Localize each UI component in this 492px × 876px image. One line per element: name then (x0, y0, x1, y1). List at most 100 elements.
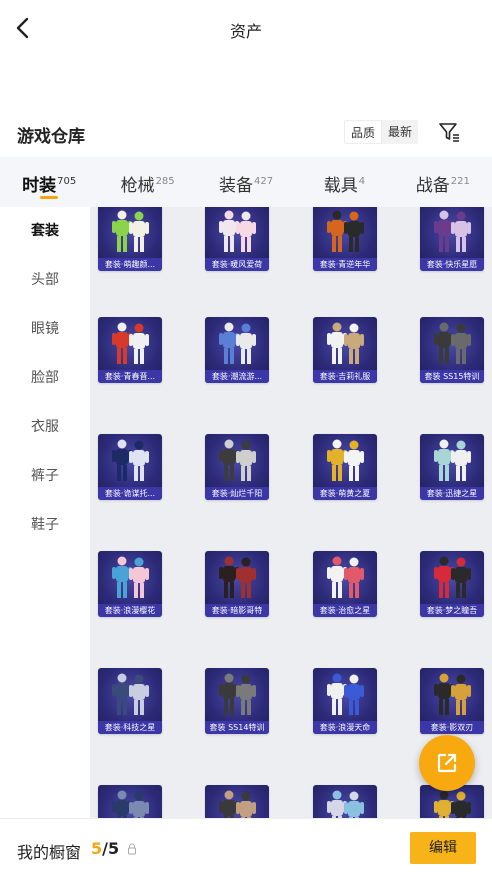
sidebar-item-head[interactable]: 头部 (0, 256, 90, 305)
outfit-card-label: 套装 SS15特训 (420, 370, 484, 383)
sort-quality-button[interactable]: 品质 (344, 120, 383, 144)
outfit-figure (219, 556, 256, 598)
tab-guns[interactable]: 枪械285 (98, 157, 196, 207)
outfit-card[interactable]: 套装·暗影哥特 (205, 551, 269, 617)
outfit-card-label: 套装·暗影哥特 (205, 604, 269, 617)
tab-label: 枪械 (120, 176, 155, 196)
outfit-figure (112, 210, 149, 252)
outfit-card-label: 套装·青春晋... (98, 370, 162, 383)
sidebar-item-pants[interactable]: 裤子 (0, 452, 90, 501)
page-title: 资产 (229, 22, 262, 41)
lock-icon (128, 843, 136, 855)
outfit-card-label: 套装·灿烂千阳 (205, 487, 269, 500)
outfit-figure (327, 556, 364, 598)
category-sidebar: 套装 头部 眼镜 脸部 衣服 裤子 鞋子 (0, 207, 90, 818)
tab-label: 载具 (323, 176, 358, 196)
filter-button[interactable] (436, 120, 462, 144)
outfit-card-label: 套装·迅捷之星 (420, 487, 484, 500)
tab-count: 4 (358, 176, 366, 188)
outfit-figure (434, 790, 471, 818)
outfit-card-label: 套装·快乐星愿 (420, 258, 484, 271)
tab-count: 427 (253, 176, 274, 188)
outfit-card[interactable]: 套装·影双刃 (420, 668, 484, 734)
outfit-card[interactable]: 套装·潮流游... (205, 317, 269, 383)
sidebar-item-suit[interactable]: 套装 (0, 207, 90, 256)
outfit-card[interactable]: 套装 SS14特训 (205, 668, 269, 734)
showcase-current: 5 (91, 839, 103, 858)
outfit-card[interactable] (98, 785, 162, 818)
filter-icon (439, 123, 459, 142)
outfit-card[interactable]: 套装·青春晋... (98, 317, 162, 383)
tab-label: 战备 (415, 176, 450, 196)
showcase-label: 我的橱窗 (17, 843, 82, 862)
outfit-card-label: 套装·浪漫天命 (313, 721, 377, 734)
outfit-figure (434, 556, 471, 598)
top-bar: 资产 (0, 0, 492, 58)
outfit-card[interactable]: 套装·萌黄之夏 (313, 434, 377, 500)
category-tabs: 时装705 枪械285 装备427 载具4 战备221 (0, 157, 492, 207)
outfit-figure (434, 673, 471, 715)
outfit-card[interactable]: 套装·诡谋托... (98, 434, 162, 500)
outfit-card[interactable]: 套装·萌趣颜... (98, 207, 162, 271)
tab-label: 装备 (218, 176, 253, 196)
outfit-figure (112, 790, 149, 818)
outfit-figure (112, 322, 149, 364)
outfit-figure (327, 673, 364, 715)
showcase-count: 5/5 (91, 839, 119, 858)
outfit-card[interactable]: 套装·暖风爱荷 (205, 207, 269, 271)
outfit-card-label: 套装 SS14特训 (205, 721, 269, 734)
outfit-card[interactable] (313, 785, 377, 818)
outfit-card-label: 套装·潮流游... (205, 370, 269, 383)
outfit-card[interactable]: 套装·梦之瞳吾 (420, 551, 484, 617)
section-title: 游戏仓库 (17, 127, 85, 147)
outfit-figure (327, 439, 364, 481)
sort-latest-button[interactable]: 最新 (382, 120, 419, 144)
outfit-card-label: 套装·吉莉礼服 (313, 370, 377, 383)
tab-count: 221 (450, 176, 470, 188)
tab-supplies[interactable]: 战备221 (394, 157, 492, 207)
outfit-card-label: 套装·萌趣颜... (98, 258, 162, 271)
outfit-figure (112, 673, 149, 715)
outfit-figure (219, 673, 256, 715)
tab-fashion[interactable]: 时装705 (0, 157, 98, 207)
outfit-card-label: 套装·影双刃 (420, 721, 484, 734)
sort-toggle: 品质 最新 (344, 120, 419, 144)
sidebar-item-shoes[interactable]: 鞋子 (0, 501, 90, 550)
outfit-card[interactable]: 套装·快乐星愿 (420, 207, 484, 271)
outfit-card[interactable]: 套装·吉莉礼服 (313, 317, 377, 383)
external-link-icon (437, 753, 457, 773)
tab-vehicles[interactable]: 载具4 (295, 157, 393, 207)
outfit-figure (327, 790, 364, 818)
outfit-figure (219, 790, 256, 818)
outfit-card[interactable]: 套装·迅捷之星 (420, 434, 484, 500)
outfit-card-label: 套装·诡谋托... (98, 487, 162, 500)
tab-count: 285 (155, 176, 175, 188)
sidebar-item-face[interactable]: 脸部 (0, 354, 90, 403)
outfit-figure (112, 556, 149, 598)
outfit-card-label: 套装·治愈之星 (313, 604, 377, 617)
outfit-card-label: 套装·萌黄之夏 (313, 487, 377, 500)
bottom-bar: 我的橱窗 5/5 编辑 (0, 818, 492, 876)
outfit-figure (219, 322, 256, 364)
tab-active-indicator (40, 196, 59, 199)
outfit-card-label: 套装·梦之瞳吾 (420, 604, 484, 617)
outfit-card[interactable]: 套装·治愈之星 (313, 551, 377, 617)
share-fab-button[interactable] (419, 735, 475, 791)
sidebar-item-glasses[interactable]: 眼镜 (0, 305, 90, 354)
outfit-card[interactable]: 套装·浪漫樱花 (98, 551, 162, 617)
edit-button[interactable]: 编辑 (410, 832, 476, 864)
outfit-figure (219, 439, 256, 481)
tab-label: 时装 (22, 176, 57, 196)
outfit-figure (327, 322, 364, 364)
section-header: 游戏仓库 品质 最新 (0, 118, 492, 150)
outfit-figure (434, 322, 471, 364)
outfit-card[interactable]: 套装·科技之星 (98, 668, 162, 734)
outfit-card[interactable]: 套装 SS15特训 (420, 317, 484, 383)
outfit-card[interactable]: 套装·青逆年华 (313, 207, 377, 271)
outfit-card-label: 套装·暖风爱荷 (205, 258, 269, 271)
outfit-card[interactable]: 套装·浪漫天命 (313, 668, 377, 734)
tab-equipment[interactable]: 装备427 (197, 157, 295, 207)
outfit-card[interactable] (205, 785, 269, 818)
sidebar-item-clothes[interactable]: 衣服 (0, 403, 90, 452)
outfit-card[interactable]: 套装·灿烂千阳 (205, 434, 269, 500)
